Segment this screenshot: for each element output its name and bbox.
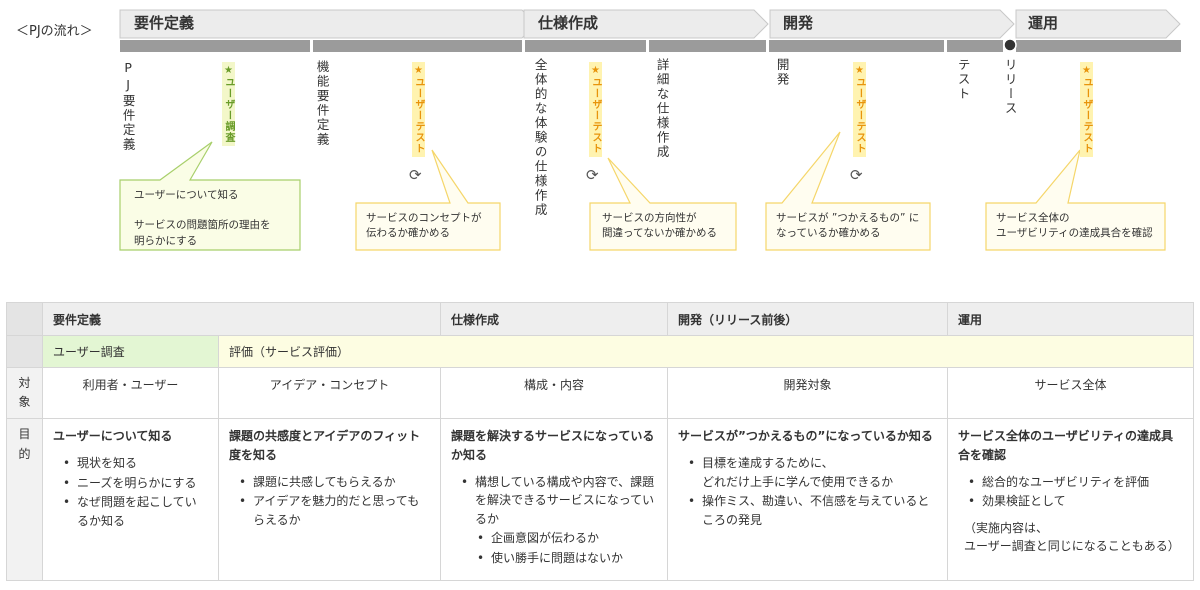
target-cell: 開発対象 — [667, 366, 949, 420]
cycle-icon: ⟳ — [586, 166, 599, 184]
table-level-row: ユーザー調査 評価（サービス評価） — [6, 335, 1195, 368]
marker-user-test-concept: ★ユーザーテスト — [412, 62, 425, 157]
table-corner — [6, 302, 43, 336]
callout-text-overall: サービス全体の ユーザビリティの達成具合を確認 — [996, 212, 1153, 240]
purpose-note: （実施内容は、 ユーザー調査と同じになることもある） — [964, 520, 1180, 554]
table-header-row: 要件定義 仕様作成 開発（リリース前後） 運用 — [6, 302, 1195, 336]
step-overall-spec: 全体的な体験の仕様作成 — [532, 58, 548, 218]
step-bar — [525, 40, 646, 52]
purpose-list: 総合的なユーザビリティを評価 効果検証として — [958, 473, 1183, 511]
callout-text-research: ユーザーについて知る サービスの問題箇所の理由を 明らかにする — [134, 189, 271, 247]
target-cell: アイデア・コンセプト — [217, 366, 442, 420]
callout-text-direction: サービスの方向性が 間違ってないか確かめる — [602, 212, 717, 240]
header-requirements: 要件定義 — [41, 302, 442, 336]
purpose-item: アイデアを魅力的だと思ってもらえるか — [239, 492, 430, 529]
header-dev: 開発（リリース前後） — [667, 302, 949, 336]
step-bar — [1016, 40, 1181, 52]
step-pj-requirements: PJ要件定義 — [120, 60, 136, 152]
header-ops: 運用 — [947, 302, 1195, 336]
level-user-research: ユーザー調査 — [42, 335, 219, 368]
row-label-purpose: 目 的 — [6, 418, 43, 582]
row-label-target: 対 象 — [6, 366, 43, 420]
target-cell: 利用者・ユーザー — [42, 366, 219, 420]
step-test: テスト — [955, 58, 971, 102]
purpose-item: 操作ミス、勘違い、不信感を与えているところの発見 — [688, 492, 937, 529]
callout-text-concept: サービスのコンセプトが 伝わるか確かめる — [366, 212, 482, 240]
step-release: リリース — [1002, 58, 1018, 116]
step-bar — [649, 40, 766, 52]
header-spec: 仕様作成 — [440, 302, 669, 336]
marker-user-test-dev: ★ユーザーテスト — [853, 62, 866, 157]
marker-user-test-spec: ★ユーザーテスト — [589, 62, 602, 157]
purpose-sublist: 企画意図が伝わるか 使い勝手に問題はないか — [451, 529, 657, 567]
table-purpose-row: 目 的 ユーザーについて知る 現状を知る ニーズを明らかにする なぜ問題を起こし… — [6, 418, 1195, 582]
phase-table: 要件定義 仕様作成 開発（リリース前後） 運用 ユーザー調査 評価（サービス評価… — [6, 302, 1195, 582]
phase-label-dev: 開発 — [783, 14, 814, 32]
step-bar — [313, 40, 522, 52]
purpose-list: 目標を達成するために、 どれだけ上手に学んで使用できるか 操作ミス、勘違い、不信… — [678, 454, 937, 529]
purpose-title: サービスが”つかえるもの”になっているか知る — [678, 429, 933, 444]
purpose-item: ニーズを明らかにする — [63, 474, 208, 493]
purpose-title: ユーザーについて知る — [53, 429, 173, 444]
step-detail-spec: 詳細な仕様作成 — [654, 58, 670, 160]
purpose-item: 現状を知る — [63, 454, 208, 473]
marker-user-test-ops: ★ユーザーテスト — [1080, 62, 1093, 157]
purpose-item: 効果検証として — [968, 492, 1183, 511]
purpose-cell: 課題の共感度とアイデアのフィット度を知る 課題に共感してもらえるか アイデアを魅… — [217, 418, 442, 582]
purpose-title: 課題を解決するサービスになっているか知る — [451, 429, 655, 462]
step-bar — [947, 40, 1003, 52]
purpose-subitem: 使い勝手に問題はないか — [477, 549, 657, 568]
phase-label-requirements: 要件定義 — [134, 14, 195, 32]
purpose-list: 現状を知る ニーズを明らかにする なぜ問題を起こしているか知る — [53, 454, 208, 530]
purpose-cell: サービス全体のユーザビリティの達成具合を確認 総合的なユーザビリティを評価 効果… — [947, 418, 1195, 582]
table-corner — [6, 335, 43, 368]
step-bar — [769, 40, 944, 52]
phase-label-spec: 仕様作成 — [538, 14, 599, 32]
table-target-row: 対 象 利用者・ユーザー アイデア・コンセプト 構成・内容 開発対象 サービス全… — [6, 366, 1195, 420]
step-functional-requirements: 機能要件定義 — [314, 60, 330, 147]
target-cell: 構成・内容 — [440, 366, 669, 420]
purpose-item: 課題に共感してもらえるか — [239, 473, 430, 492]
step-bar — [120, 40, 310, 52]
purpose-item: なぜ問題を起こしているか知る — [63, 493, 208, 530]
purpose-item: 目標を達成するために、 どれだけ上手に学んで使用できるか — [688, 454, 937, 491]
purpose-item: 構想している構成や内容で、課題を解決できるサービスになっているか — [461, 473, 657, 529]
callout-text-usable: サービスが ”つかえるもの” に なっているか確かめる — [776, 212, 920, 240]
release-dot — [1003, 38, 1017, 52]
purpose-title: サービス全体のユーザビリティの達成具合を確認 — [958, 429, 1174, 462]
target-cell: サービス全体 — [947, 366, 1195, 420]
phase-label-ops: 運用 — [1028, 14, 1059, 32]
purpose-cell: サービスが”つかえるもの”になっているか知る 目標を達成するために、 どれだけ上… — [667, 418, 949, 582]
purpose-subitem: 企画意図が伝わるか — [477, 529, 657, 548]
purpose-item: 総合的なユーザビリティを評価 — [968, 473, 1183, 492]
cycle-icon: ⟳ — [409, 166, 422, 184]
purpose-list: 構想している構成や内容で、課題を解決できるサービスになっているか — [451, 473, 657, 529]
level-evaluation: 評価（サービス評価） — [217, 335, 1195, 368]
purpose-list: 課題に共感してもらえるか アイデアを魅力的だと思ってもらえるか — [229, 473, 430, 530]
marker-user-research: ★ユーザー調査 — [222, 62, 235, 146]
purpose-title: 課題の共感度とアイデアのフィット度を知る — [229, 429, 421, 462]
purpose-cell: ユーザーについて知る 現状を知る ニーズを明らかにする なぜ問題を起こしているか… — [42, 418, 219, 582]
cycle-icon: ⟳ — [850, 166, 863, 184]
purpose-cell: 課題を解決するサービスになっているか知る 構想している構成や内容で、課題を解決で… — [440, 418, 669, 582]
step-development: 開発 — [774, 58, 790, 87]
